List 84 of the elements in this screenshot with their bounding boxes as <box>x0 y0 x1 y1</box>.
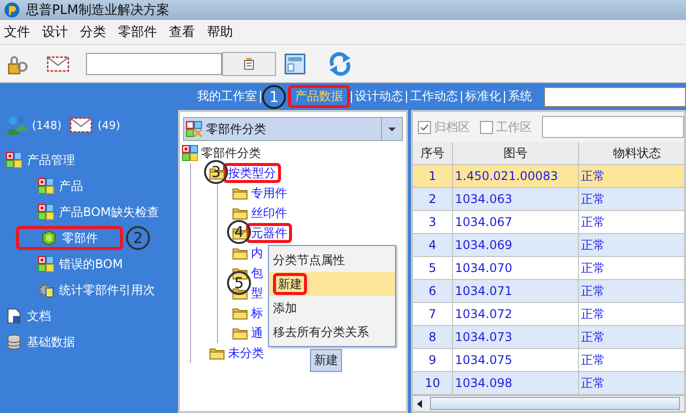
grid-icon <box>6 152 22 168</box>
sidebar-item[interactable]: 产品管理 <box>6 152 75 168</box>
tooltip: 新建 <box>310 349 342 372</box>
tree-item[interactable]: 通 <box>251 324 263 342</box>
grid-icon <box>38 178 54 194</box>
logo-icon <box>4 2 20 18</box>
table-row[interactable]: 4 1034.069 正常 <box>413 234 684 257</box>
tree-item[interactable]: 未分类 <box>228 344 264 362</box>
sidebar-item[interactable]: 统计零部件引用次 <box>38 282 155 298</box>
menu-item[interactable]: 零部件 <box>118 23 157 41</box>
menu-item[interactable]: 新建 <box>269 272 395 296</box>
database-icon <box>6 334 22 350</box>
tree-item[interactable]: 丝印件 <box>251 204 287 222</box>
tree-item[interactable]: 包 <box>251 264 263 282</box>
menu-item[interactable]: 帮助 <box>207 23 233 41</box>
column-header[interactable]: 序号 <box>413 142 453 164</box>
menu-item[interactable]: 文件 <box>4 23 30 41</box>
refresh-icon <box>328 52 352 76</box>
checkbox-label: 工作区 <box>496 118 532 136</box>
tree-item[interactable]: 按类型分 <box>228 164 276 182</box>
grid-icon <box>38 256 54 272</box>
horizontal-scrollbar[interactable] <box>413 395 684 411</box>
count-label[interactable]: (148) <box>32 118 62 132</box>
window-icon <box>284 52 306 74</box>
document-icon <box>6 308 22 324</box>
table-row[interactable]: 3 1034.067 正常 <box>413 211 684 234</box>
table-row[interactable]: 1 1.450.021.00083 正常 <box>413 165 684 188</box>
menu-item[interactable]: 查看 <box>169 23 195 41</box>
menu-item[interactable]: 移去所有分类关系 <box>269 320 395 344</box>
printer-icon <box>242 56 256 70</box>
menu-item[interactable]: 添加 <box>269 296 395 320</box>
tree-item[interactable]: 零部件分类 <box>201 144 261 162</box>
highlight-box: 新建 <box>273 273 307 295</box>
checkbox-label: 归档区 <box>434 118 470 136</box>
filter-field[interactable] <box>542 116 684 138</box>
nav-tab[interactable]: 系统 <box>506 88 534 105</box>
sidebar-item[interactable]: 零部件 <box>41 230 98 246</box>
nav-tab[interactable]: 标准化 <box>463 88 503 105</box>
column-header[interactable]: 图号 <box>453 142 579 164</box>
tree-item[interactable]: 型 <box>251 284 263 302</box>
callout-number: 5 <box>227 271 251 295</box>
sidebar-item[interactable]: 错误的BOM <box>38 256 123 272</box>
nav-tab[interactable]: 我的工作室 <box>195 88 259 105</box>
table-row[interactable]: 6 1034.071 正常 <box>413 280 684 303</box>
menu-item[interactable]: 分类 <box>80 23 106 41</box>
sidebar-item[interactable]: 产品 <box>38 178 83 194</box>
nav-tab[interactable]: 设计动态 <box>353 88 405 105</box>
callout-number: 3 <box>204 160 228 184</box>
callout-number: 4 <box>227 220 251 244</box>
print-button[interactable] <box>222 52 276 76</box>
check-icon <box>419 122 430 132</box>
nav-tab[interactable]: 工作动态 <box>408 88 460 105</box>
tree-item[interactable]: 元器件 <box>251 224 287 242</box>
gem-icon <box>41 230 57 246</box>
gear-icon <box>38 282 54 298</box>
table-row[interactable]: 10 1034.098 正常 <box>413 372 684 395</box>
table-row[interactable]: 9 1034.075 正常 <box>413 349 684 372</box>
grid-icon <box>182 145 198 161</box>
grid-icon <box>186 121 202 137</box>
input-field[interactable] <box>86 52 222 74</box>
table-row[interactable]: 8 1034.073 正常 <box>413 326 684 349</box>
sidebar-item[interactable]: 基础数据 <box>6 334 75 350</box>
checkbox[interactable] <box>480 120 493 134</box>
checkbox[interactable] <box>418 120 431 134</box>
menu-item[interactable]: 设计 <box>42 23 68 41</box>
search-field[interactable] <box>544 86 686 106</box>
sidebar-item[interactable]: 产品BOM缺失检查 <box>38 204 159 220</box>
table-row[interactable]: 7 1034.072 正常 <box>413 303 684 326</box>
category-dropdown[interactable]: 零部件分类 <box>183 117 403 141</box>
window-title: 思普PLM制造业解决方案 <box>26 2 170 19</box>
column-header[interactable]: 物料状态 <box>579 142 684 164</box>
scroll-left-icon[interactable] <box>417 400 422 408</box>
tree-item[interactable]: 内 <box>251 244 263 262</box>
callout-number: 2 <box>126 226 150 250</box>
users-icon <box>6 114 28 136</box>
grid-icon <box>38 204 54 220</box>
tree-item[interactable]: 专用件 <box>251 184 287 202</box>
sidebar-item[interactable]: 文档 <box>6 308 51 324</box>
tree-item[interactable]: 标 <box>251 304 263 322</box>
table-row[interactable]: 5 1034.070 正常 <box>413 257 684 280</box>
panel-button[interactable] <box>282 50 308 76</box>
table-row[interactable]: 2 1034.063 正常 <box>413 188 684 211</box>
count-label[interactable]: (49) <box>98 118 120 132</box>
menu-item[interactable]: 分类节点属性 <box>269 248 395 272</box>
